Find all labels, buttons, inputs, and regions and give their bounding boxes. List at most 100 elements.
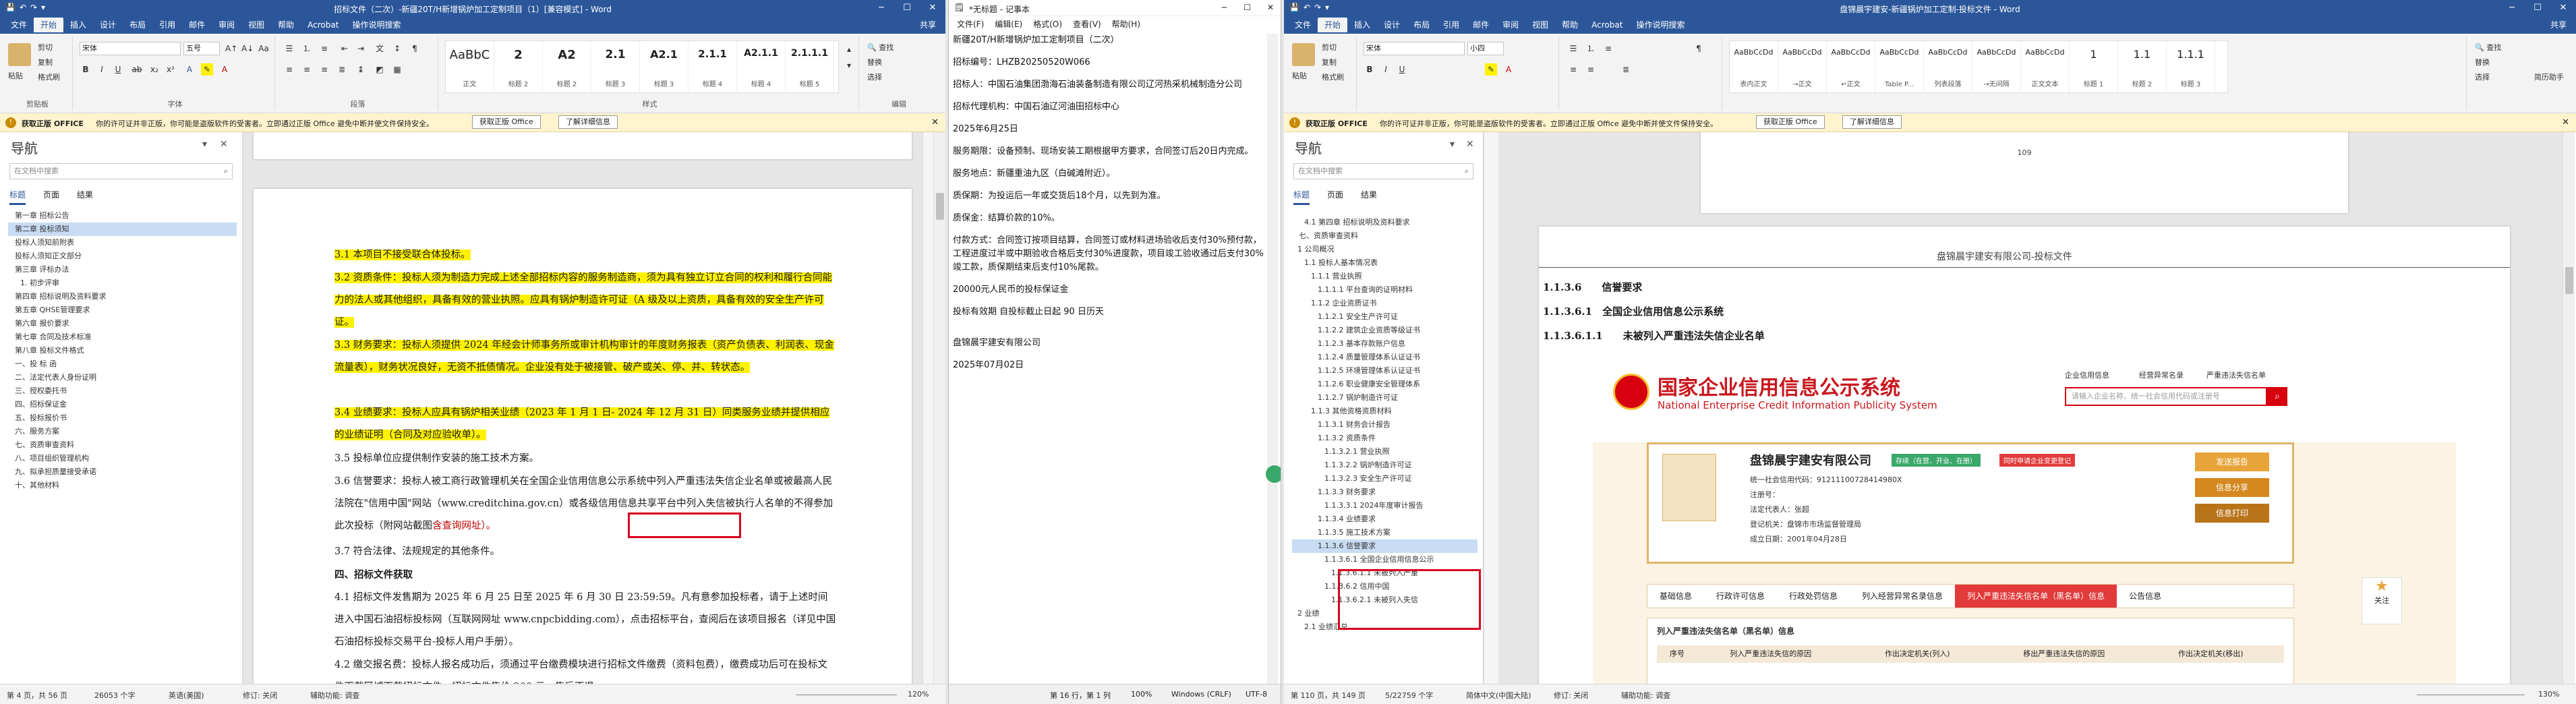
vertical-scrollbar[interactable] — [1267, 34, 1278, 684]
accessibility[interactable]: 辅助功能: 调查 — [310, 690, 359, 701]
line-spacing-icon[interactable]: ↨ — [355, 63, 367, 76]
styles-scroll-up-icon[interactable]: ▴ — [843, 43, 855, 55]
nav-heading-item[interactable]: 第八章 投标文件格式 — [8, 344, 237, 357]
style-item[interactable]: AaBbCcDd ↵正文 — [1827, 41, 1875, 92]
nav-heading-item[interactable]: 1.1.3.2.1 营业执照 — [1292, 445, 1477, 459]
zoom-level[interactable]: 130% — [2538, 690, 2559, 699]
nav-heading-item[interactable]: 1.1.2 企业资质证书 — [1292, 297, 1477, 310]
nav-heading-item[interactable]: 1.1.3.2.2 锅炉制造许可证 — [1292, 459, 1477, 472]
nav-tab-pages[interactable]: 页面 — [1327, 189, 1343, 205]
font-color-icon[interactable]: A — [1502, 63, 1515, 76]
menu-file[interactable]: 文件(F) — [952, 16, 989, 31]
bold-icon[interactable]: B — [80, 63, 92, 76]
underline-icon[interactable]: U — [1396, 63, 1408, 76]
tell-me-search[interactable]: 操作说明搜索 — [1629, 18, 1691, 32]
tab-acrobat[interactable]: Acrobat — [301, 18, 345, 32]
share-button[interactable]: 共享 — [913, 18, 945, 32]
track-changes[interactable]: 修订: 关闭 — [1554, 690, 1588, 701]
tell-me-search[interactable]: 操作说明搜索 — [345, 18, 407, 32]
close-icon[interactable]: ✕ — [920, 0, 945, 16]
floating-widget-icon[interactable] — [1266, 465, 1281, 483]
nav-heading-item[interactable]: 1.1.1.1 平台查询的证明材料 — [1292, 283, 1477, 297]
nav-heading-item[interactable]: 第六章 报价要求 — [8, 317, 237, 330]
language[interactable]: 简体中文(中国大陆) — [1466, 690, 1531, 701]
tab-abnormal-info[interactable]: 列入经营异常名录信息 — [1850, 585, 1955, 608]
close-icon[interactable]: ✕ — [220, 139, 228, 150]
style-item[interactable]: 1 标题 1 — [2070, 41, 2118, 92]
nav-tab-headings[interactable]: 标题 — [9, 189, 26, 205]
tab-penalty-info[interactable]: 行政处罚信息 — [1777, 585, 1850, 608]
tab-layout[interactable]: 布局 — [1407, 18, 1436, 32]
tab-help[interactable]: 帮助 — [1555, 18, 1585, 32]
send-report-button[interactable]: 发送报告 — [2195, 452, 2269, 471]
tab-blacklist-info[interactable]: 列入严重违法失信名单（黑名单）信息 — [1955, 585, 2117, 608]
show-marks-icon[interactable]: ¶ — [409, 42, 421, 55]
paste-icon[interactable] — [1292, 43, 1315, 66]
copy-button[interactable]: 复制 — [1322, 57, 1337, 67]
style-normal[interactable]: AaBbC 正文 — [446, 41, 494, 92]
select-button[interactable]: 选择 — [2475, 71, 2490, 82]
print-info-button[interactable]: 信息打印 — [2195, 504, 2269, 523]
nav-heading-item[interactable]: 八、项目组织管理机构 — [8, 452, 237, 465]
tab-design[interactable]: 设计 — [93, 18, 123, 32]
bullets-icon[interactable]: ☰ — [1567, 42, 1579, 55]
justify-icon[interactable]: ≣ — [1620, 63, 1632, 76]
menu-help[interactable]: 帮助(H) — [1107, 16, 1146, 31]
increase-indent-icon[interactable]: ⇥ — [355, 42, 367, 55]
highlight-icon[interactable]: ✎ — [201, 63, 213, 76]
page-count[interactable]: 第 4 页，共 56 页 — [7, 690, 67, 701]
minimize-icon[interactable]: ─ — [1222, 3, 1227, 12]
format-painter-button[interactable]: 格式刷 — [38, 71, 60, 82]
style-item[interactable]: AaBbCcDd 表内正文 — [1730, 41, 1778, 92]
tab-design[interactable]: 设计 — [1377, 18, 1407, 32]
get-genuine-button[interactable]: 获取正版 Office — [472, 115, 541, 129]
nav-heading-item[interactable]: 1.1.2.3 基本存款账户信息 — [1292, 337, 1477, 351]
style-heading-5[interactable]: 2.1.1.1 标题 5 — [786, 41, 834, 92]
font-name-box[interactable]: 宋体 — [1364, 42, 1465, 55]
tab-file[interactable]: 文件 — [4, 18, 34, 32]
decrease-indent-icon[interactable]: ⇤ — [339, 42, 351, 55]
paste-icon[interactable] — [8, 43, 31, 66]
style-heading-2b[interactable]: A2 标题 2 — [543, 41, 591, 92]
resume-assistant-button[interactable]: 简历助手 — [2534, 71, 2564, 82]
sort-icon[interactable]: ↕ — [391, 42, 403, 55]
font-size-box[interactable]: 五号 — [183, 42, 220, 55]
maximize-icon[interactable]: ☐ — [1243, 3, 1251, 12]
nav-heading-item[interactable]: 1.1.3 其他资格资质材料 — [1292, 405, 1477, 418]
shrink-font-icon[interactable]: A↓ — [241, 42, 254, 55]
align-left-icon[interactable]: ≡ — [283, 63, 295, 76]
nav-heading-item[interactable]: 九、拟承担质量接受承诺 — [8, 465, 237, 479]
font-color-icon[interactable]: A — [218, 63, 231, 76]
link-credit-info[interactable]: 企业信用信息 — [2065, 370, 2109, 380]
learn-more-button[interactable]: 了解详细信息 — [558, 115, 618, 129]
tab-insert[interactable]: 插入 — [1347, 18, 1377, 32]
tab-file[interactable]: 文件 — [1288, 18, 1318, 32]
show-marks-icon[interactable]: ¶ — [1693, 42, 1705, 55]
highlight-icon[interactable]: ✎ — [1485, 63, 1497, 76]
style-item[interactable]: AaBbCcDd 列表段落 — [1924, 41, 1972, 92]
track-changes[interactable]: 修订: 关闭 — [243, 690, 277, 701]
tab-help[interactable]: 帮助 — [271, 18, 301, 32]
tab-insert[interactable]: 插入 — [63, 18, 93, 32]
paste-label[interactable]: 粘贴 — [1292, 70, 1307, 81]
tab-basic-info[interactable]: 基础信息 — [1647, 585, 1704, 608]
justify-icon[interactable]: ≣ — [336, 63, 348, 76]
style-heading-2[interactable]: 2 标题 2 — [494, 41, 543, 92]
tab-review[interactable]: 审阅 — [1496, 18, 1525, 32]
nav-search-input[interactable]: 在文档中搜索 ⌕ — [1293, 163, 1473, 179]
tab-layout[interactable]: 布局 — [123, 18, 152, 32]
word-count[interactable]: 5/22759 个字 — [1385, 690, 1433, 701]
tab-mailings[interactable]: 邮件 — [182, 18, 212, 32]
link-serious-list[interactable]: 严重违法失信名单 — [2206, 370, 2266, 380]
align-center-icon[interactable]: ≡ — [1585, 63, 1597, 76]
nav-heading-item[interactable]: 1.1.3.3.1 2024年度审计报告 — [1292, 499, 1477, 512]
nav-tab-pages[interactable]: 页面 — [43, 189, 59, 205]
nav-heading-item[interactable]: 1.1.2.7 锅炉制造许可证 — [1292, 391, 1477, 405]
menu-format[interactable]: 格式(O) — [1028, 16, 1067, 31]
nav-heading-item[interactable]: 第一章 招标公告 — [8, 209, 237, 223]
nav-options-icon[interactable]: ▾ — [202, 139, 207, 150]
style-heading-3b[interactable]: A2.1 标题 3 — [640, 41, 689, 92]
nav-heading-item[interactable]: 1.1.2.4 质量管理体系认证证书 — [1292, 351, 1477, 364]
italic-icon[interactable]: I — [1380, 63, 1392, 76]
style-item[interactable]: AaBbCcDd 正文文本 — [2021, 41, 2070, 92]
